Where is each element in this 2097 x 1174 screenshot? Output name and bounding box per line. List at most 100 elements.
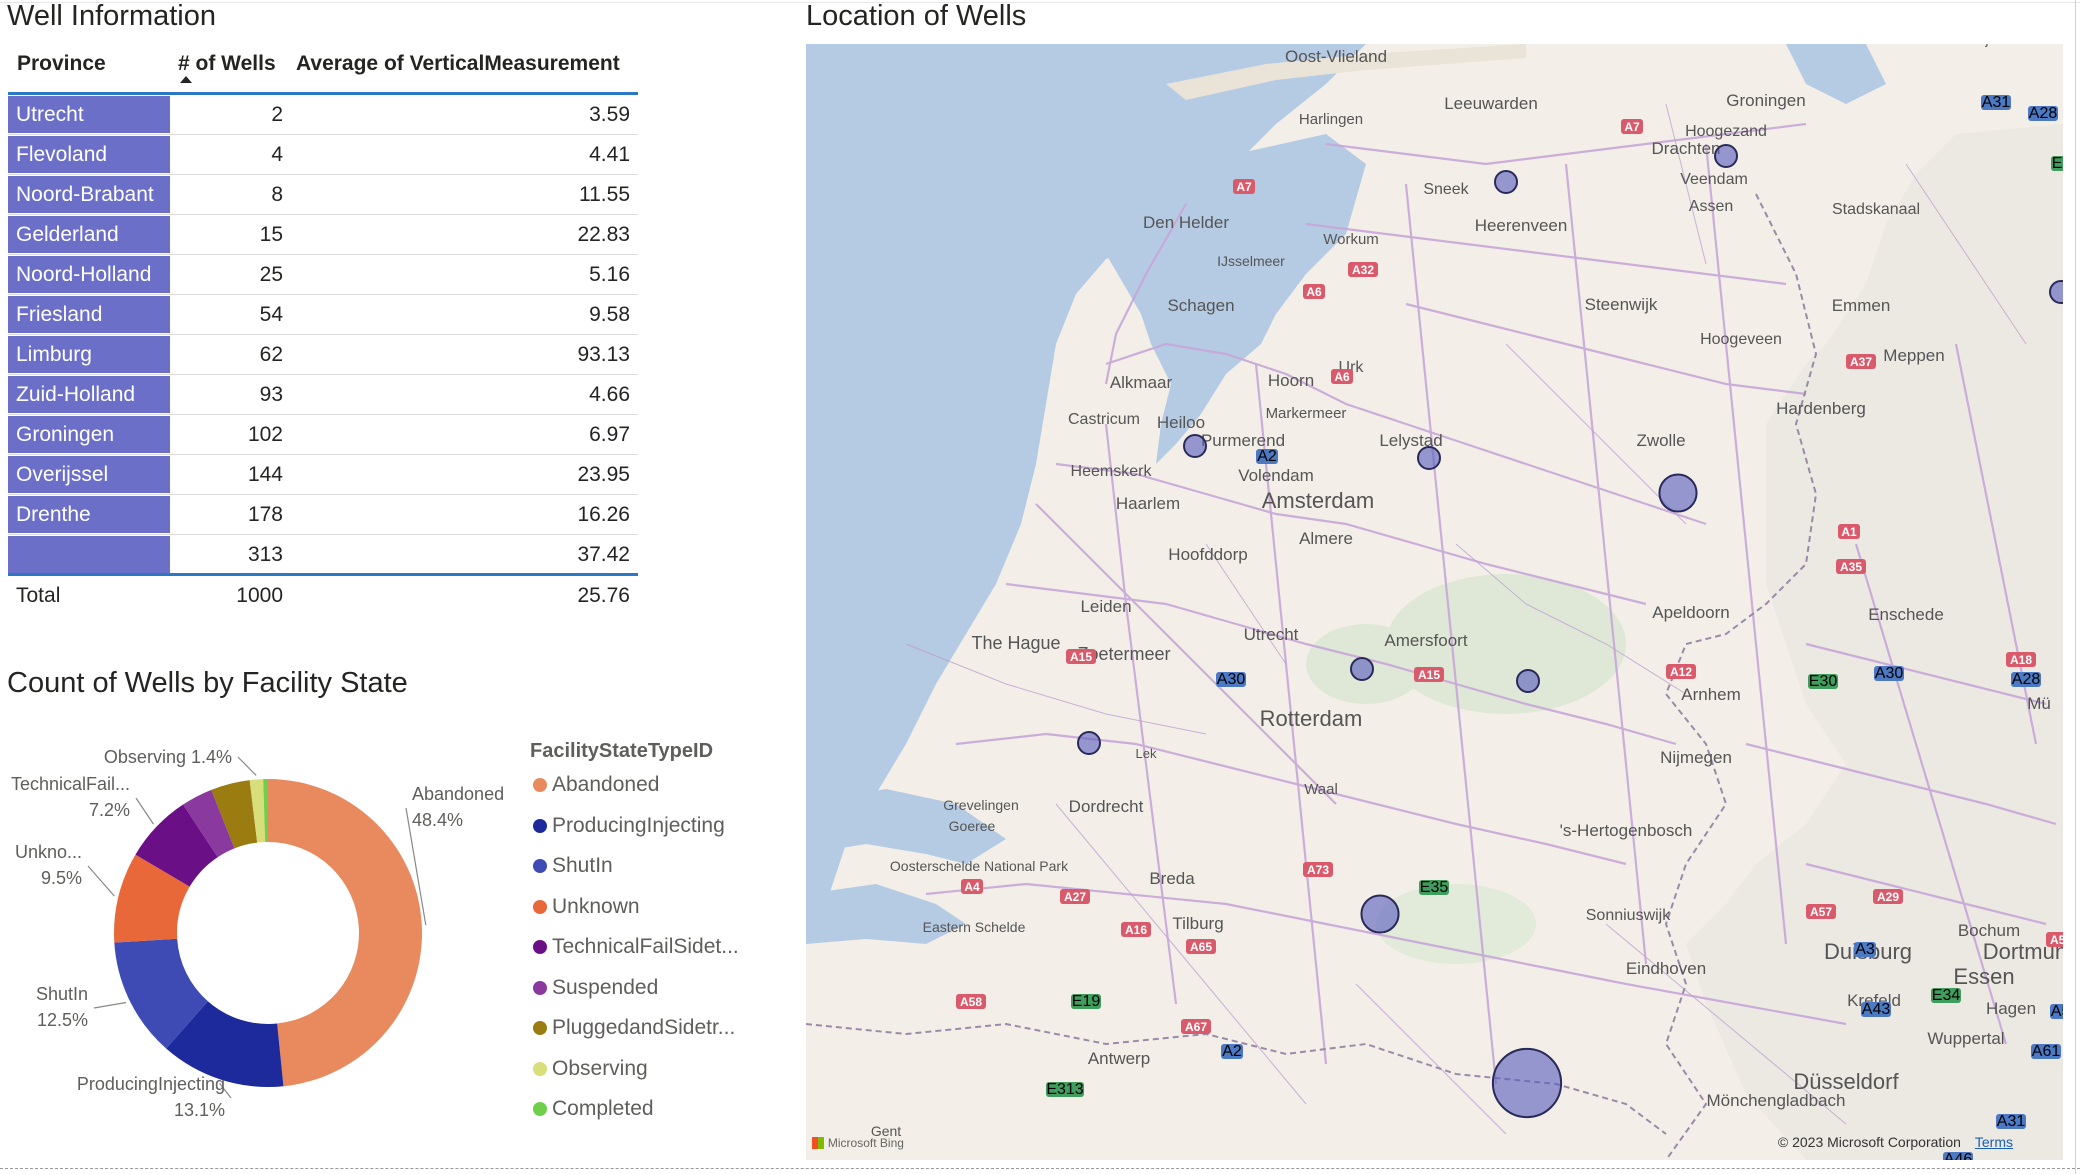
province-cell: Groningen — [8, 416, 170, 453]
svg-text:A18: A18 — [2010, 653, 2032, 667]
legend-label: Abandoned — [552, 773, 660, 796]
wells-cell: 8 — [271, 183, 283, 206]
table-row[interactable]: Flevoland 4 4.41 — [8, 135, 638, 175]
microsoft-logo-icon — [812, 1137, 824, 1150]
svg-text:A67: A67 — [1185, 1020, 1207, 1034]
well-bubble[interactable] — [1350, 657, 1374, 681]
table-row[interactable]: 313 37.42 — [8, 535, 638, 576]
road-shield-icon: A15 — [1414, 667, 1444, 682]
svg-text:A6: A6 — [1334, 370, 1350, 384]
table-row[interactable]: Friesland 54 9.58 — [8, 295, 638, 335]
map-canvas[interactable]: Oost-Vlieland Leeuwarden Harlingen Groninge… — [806, 44, 2063, 1160]
legend-label: Completed — [552, 1097, 654, 1120]
province-cell: Limburg — [8, 336, 170, 373]
map-city-label: Heiloo — [1157, 413, 1205, 432]
road-shield-icon: E35 — [1419, 879, 1449, 896]
map-city-label: Tilburg — [1172, 914, 1223, 933]
table-row[interactable]: Utrecht 2 3.59 — [8, 95, 638, 135]
map-city-label: Breda — [1149, 869, 1195, 888]
table-row[interactable]: Noord-Holland 25 5.16 — [8, 255, 638, 295]
legend-label: Observing — [552, 1056, 648, 1080]
legend-item[interactable]: Suspended — [530, 972, 780, 1013]
svg-text:A32: A32 — [1352, 263, 1374, 277]
map-city-label: Hoogeveen — [1700, 331, 1782, 348]
map-city-label: Amersfoort — [1384, 631, 1467, 650]
map-city-label: Drachten — [1652, 139, 1721, 158]
legend-item[interactable]: PluggedandSidetr... — [530, 1012, 780, 1053]
map-city-label: Emmen — [1832, 296, 1891, 315]
table-row[interactable]: Limburg 62 93.13 — [8, 335, 638, 375]
legend-item[interactable]: TechnicalFailSidet... — [530, 931, 780, 972]
well-bubble[interactable] — [1183, 434, 1207, 458]
table-row[interactable]: Noord-Brabant 8 11.55 — [8, 175, 638, 215]
well-bubble[interactable] — [1714, 144, 1738, 168]
well-bubble[interactable] — [1077, 731, 1101, 755]
road-shield-icon: A46 — [1943, 1151, 1973, 1160]
legend-dot-icon — [533, 1061, 547, 1076]
well-bubble[interactable] — [2049, 280, 2063, 304]
header-province[interactable]: Province — [17, 52, 106, 76]
road-shield-icon: A2 — [1256, 448, 1278, 465]
legend-label: ProducingInjecting — [552, 813, 725, 837]
legend-item[interactable]: ShutIn — [530, 850, 780, 891]
map-title: Location of Wells — [806, 0, 1027, 32]
well-bubble[interactable] — [1494, 170, 1518, 194]
table-title: Well Information — [7, 0, 216, 32]
map-city-label: Harlingen — [1299, 111, 1363, 128]
header-wells[interactable]: # of Wells — [178, 52, 276, 76]
road-shield-icon: A32 — [1348, 262, 1378, 277]
svg-text:A4: A4 — [964, 880, 980, 894]
svg-text:A15: A15 — [1418, 668, 1440, 682]
header-avg[interactable]: Average of VerticalMeasurement — [296, 52, 620, 76]
svg-text:A65: A65 — [1190, 940, 1212, 954]
road-shield-icon: A15 — [1066, 649, 1096, 664]
province-cell — [8, 536, 170, 573]
well-bubble[interactable] — [1658, 473, 1698, 513]
map-city-label: Zwolle — [1636, 431, 1685, 450]
svg-text:A27: A27 — [1064, 890, 1086, 904]
map-city-label: Apeldoorn — [1652, 603, 1730, 622]
svg-text:A43: A43 — [1862, 1001, 1891, 1018]
road-shield-icon: A29 — [1873, 889, 1903, 904]
road-shield-icon: A35 — [1836, 559, 1866, 574]
table-row[interactable]: Drenthe 178 16.26 — [8, 495, 638, 535]
legend-item[interactable]: Completed — [530, 1093, 780, 1134]
legend-item[interactable]: Abandoned — [530, 769, 780, 810]
well-bubble[interactable] — [1360, 894, 1400, 934]
terms-link[interactable]: Terms — [1975, 1134, 2013, 1150]
svg-text:A28: A28 — [2012, 671, 2041, 688]
wells-map[interactable]: Oost-Vlieland Leeuwarden Harlingen Groninge… — [806, 44, 2063, 1160]
wells-cell: 4 — [271, 143, 283, 166]
avg-cell: 6.97 — [589, 423, 630, 446]
donut-slice-abandoned[interactable] — [268, 779, 422, 1087]
map-city-label: Heerenveen — [1475, 216, 1568, 235]
province-cell: Drenthe — [8, 496, 170, 533]
legend-item[interactable]: ProducingInjecting — [530, 810, 780, 851]
well-bubble[interactable] — [1491, 1047, 1563, 1119]
svg-text:A12: A12 — [1670, 665, 1692, 679]
legend-label: ShutIn — [552, 854, 613, 877]
well-bubble[interactable] — [1516, 669, 1540, 693]
province-cell: Utrecht — [8, 96, 170, 133]
svg-text:A3: A3 — [1855, 941, 1875, 958]
road-shield-icon: E30 — [1808, 673, 1838, 690]
legend-item[interactable]: Unknown — [530, 891, 780, 932]
province-cell: Noord-Holland — [8, 256, 170, 293]
svg-text:A61: A61 — [2032, 1043, 2061, 1060]
road-shield-icon: A16 — [1121, 922, 1151, 937]
legend-item[interactable]: Observing — [530, 1053, 780, 1094]
table-row[interactable]: Overijssel 144 23.95 — [8, 455, 638, 495]
table-row[interactable]: Zuid-Holland 93 4.66 — [8, 375, 638, 415]
road-shield-icon: A27 — [1060, 889, 1090, 904]
table-row[interactable]: Gelderland 15 22.83 — [8, 215, 638, 255]
table-row[interactable]: Groningen 102 6.97 — [8, 415, 638, 455]
wells-cell: 25 — [259, 263, 283, 286]
map-city-label: Oosterschelde National Park — [890, 858, 1069, 874]
map-city-label: Meppen — [1883, 346, 1944, 365]
well-bubble[interactable] — [1417, 446, 1441, 470]
map-city-label: Markermeer — [1266, 405, 1347, 422]
avg-cell: 4.41 — [589, 143, 630, 166]
map-city-label: Almere — [1299, 529, 1353, 548]
svg-text:A30: A30 — [1875, 665, 1904, 682]
svg-text:A2: A2 — [1222, 1043, 1242, 1060]
